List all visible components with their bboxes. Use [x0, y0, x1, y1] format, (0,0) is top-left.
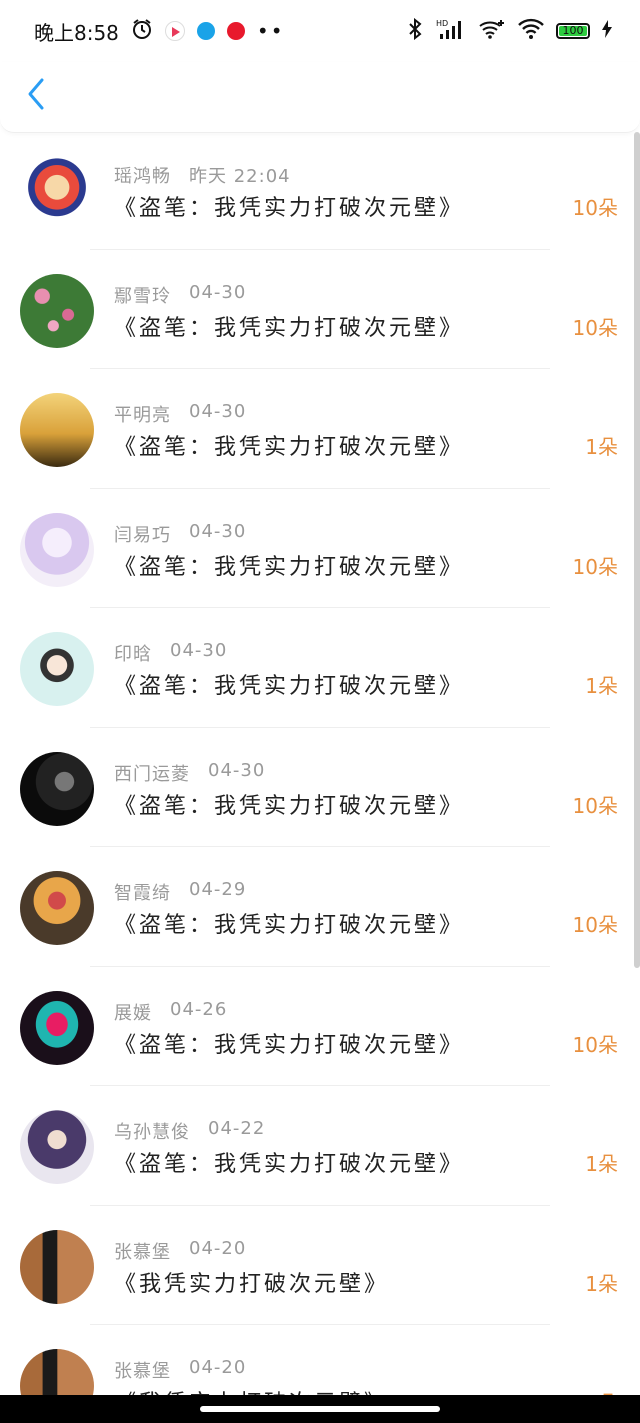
user-name[interactable]: 平明亮 [114, 401, 171, 427]
flower-count: 1朵 [585, 674, 618, 698]
user-name[interactable]: 瑶鸿畅 [114, 162, 171, 188]
timestamp: 04-30 [170, 640, 228, 661]
list-item[interactable]: 平明亮 04-30 《盗笔：我凭实力打破次元壁》 1朵 [0, 369, 640, 489]
more-dots-icon: •• [256, 19, 285, 43]
user-name[interactable]: 闫易巧 [114, 521, 171, 547]
list-item[interactable]: 鄢雪玲 04-30 《盗笔：我凭实力打破次元壁》 10朵 [0, 250, 640, 369]
avatar[interactable] [20, 273, 94, 348]
charging-icon [602, 19, 612, 43]
timestamp: 04-30 [208, 759, 266, 781]
timestamp: 04-30 [189, 520, 247, 542]
user-name[interactable]: 智霞绮 [114, 879, 171, 905]
timestamp: 04-30 [189, 401, 247, 422]
list-item[interactable]: 智霞绮 04-29 《盗笔：我凭实力打破次元壁》 10朵 [0, 847, 640, 967]
list-item[interactable]: 闫易巧 04-30 《盗笔：我凭实力打破次元壁》 10朵 [0, 489, 640, 608]
reward-list: 瑶鸿畅 昨天 22:04 《盗笔：我凭实力打破次元壁》 10朵 鄢雪玲 04-3… [0, 130, 640, 1395]
browser-app-icon [196, 22, 215, 40]
list-item[interactable]: 西门运菱 04-30 《盗笔：我凭实力打破次元壁》 10朵 [0, 728, 640, 847]
book-title[interactable]: 《盗笔：我凭实力打破次元壁》 [114, 429, 464, 461]
user-name[interactable]: 张慕堡 [114, 1357, 171, 1383]
timestamp: 04-26 [170, 998, 228, 1020]
book-title[interactable]: 《盗笔：我凭实力打破次元壁》 [114, 668, 464, 700]
status-time: 晚上8:58 [34, 20, 119, 45]
screen: 晚上8:58 •• HD 100 瑶鸿畅 昨天 22:04 《盗笔：我凭实力打破… [0, 0, 640, 1423]
avatar[interactable] [20, 512, 94, 587]
list-item[interactable]: 张慕堡 04-20 《我凭实力打破次元壁》 1朵 [0, 1325, 640, 1395]
flower-count: 10朵 [572, 793, 618, 818]
user-name[interactable]: 张慕堡 [114, 1238, 171, 1264]
book-title[interactable]: 《盗笔：我凭实力打破次元壁》 [114, 310, 464, 342]
avatar[interactable] [20, 990, 94, 1065]
alarm-icon [131, 18, 153, 45]
book-title[interactable]: 《盗笔：我凭实力打破次元壁》 [114, 907, 464, 939]
app-header [0, 62, 640, 133]
chevron-left-icon [26, 77, 46, 115]
avatar[interactable] [20, 154, 94, 228]
timestamp: 04-20 [189, 1237, 247, 1259]
flower-count: 10朵 [572, 913, 618, 937]
timestamp: 04-29 [189, 879, 247, 900]
wifi-icon [518, 18, 544, 45]
list-item[interactable]: 张慕堡 04-20 《我凭实力打破次元壁》 1朵 [0, 1206, 640, 1325]
back-button[interactable] [18, 76, 54, 116]
home-indicator[interactable] [200, 1406, 440, 1412]
hd-signal-icon: HD [436, 18, 466, 45]
flower-count: 1朵 [585, 1152, 618, 1176]
status-bar: 晚上8:58 •• HD 100 [0, 0, 640, 62]
battery-icon: 100 [556, 23, 590, 39]
list-item[interactable]: 印晗 04-30 《盗笔：我凭实力打破次元壁》 1朵 [0, 608, 640, 728]
user-name[interactable]: 乌孙慧俊 [114, 1118, 190, 1144]
avatar[interactable] [20, 1349, 94, 1395]
flower-count: 10朵 [572, 315, 618, 340]
timestamp: 04-30 [189, 281, 247, 303]
play-app-icon [164, 21, 185, 41]
flower-count: 10朵 [572, 554, 618, 579]
avatar[interactable] [20, 871, 94, 945]
book-title[interactable]: 《盗笔：我凭实力打破次元壁》 [114, 190, 464, 222]
flower-count: 1朵 [585, 435, 618, 459]
book-title[interactable]: 《盗笔：我凭实力打破次元壁》 [114, 1027, 464, 1059]
avatar[interactable] [20, 751, 94, 826]
book-title[interactable]: 《盗笔：我凭实力打破次元壁》 [114, 788, 464, 820]
svg-text:HD: HD [436, 19, 448, 28]
avatar[interactable] [20, 1229, 94, 1304]
flower-count: 10朵 [572, 1032, 618, 1057]
avatar[interactable] [20, 1110, 94, 1184]
list-item[interactable]: 展媛 04-26 《盗笔：我凭实力打破次元壁》 10朵 [0, 967, 640, 1086]
user-name[interactable]: 印晗 [114, 640, 152, 666]
flower-count: 1朵 [585, 1271, 618, 1296]
list-item[interactable]: 瑶鸿畅 昨天 22:04 《盗笔：我凭实力打破次元壁》 10朵 [0, 130, 640, 250]
avatar[interactable] [20, 393, 94, 467]
bluetooth-icon [406, 17, 424, 45]
flower-count: 1朵 [585, 1387, 618, 1395]
avatar[interactable] [20, 632, 94, 706]
book-title[interactable]: 《我凭实力打破次元壁》 [114, 1266, 389, 1298]
scrollbar[interactable] [634, 132, 640, 968]
timestamp: 04-22 [208, 1118, 266, 1139]
book-title[interactable]: 《盗笔：我凭实力打破次元壁》 [114, 549, 464, 581]
red-app-icon [226, 22, 245, 40]
timestamp: 昨天 22:04 [189, 166, 291, 187]
book-title[interactable]: 《盗笔：我凭实力打破次元壁》 [114, 1146, 464, 1178]
book-title[interactable]: 《我凭实力打破次元壁》 [114, 1385, 389, 1395]
flower-count: 10朵 [572, 196, 618, 220]
user-name[interactable]: 西门运菱 [114, 760, 190, 786]
wifi-plus-icon [478, 18, 506, 45]
timestamp: 04-20 [189, 1357, 247, 1378]
user-name[interactable]: 鄢雪玲 [114, 282, 171, 308]
list-item[interactable]: 乌孙慧俊 04-22 《盗笔：我凭实力打破次元壁》 1朵 [0, 1086, 640, 1206]
battery-level: 100 [562, 24, 584, 37]
user-name[interactable]: 展媛 [114, 999, 152, 1025]
